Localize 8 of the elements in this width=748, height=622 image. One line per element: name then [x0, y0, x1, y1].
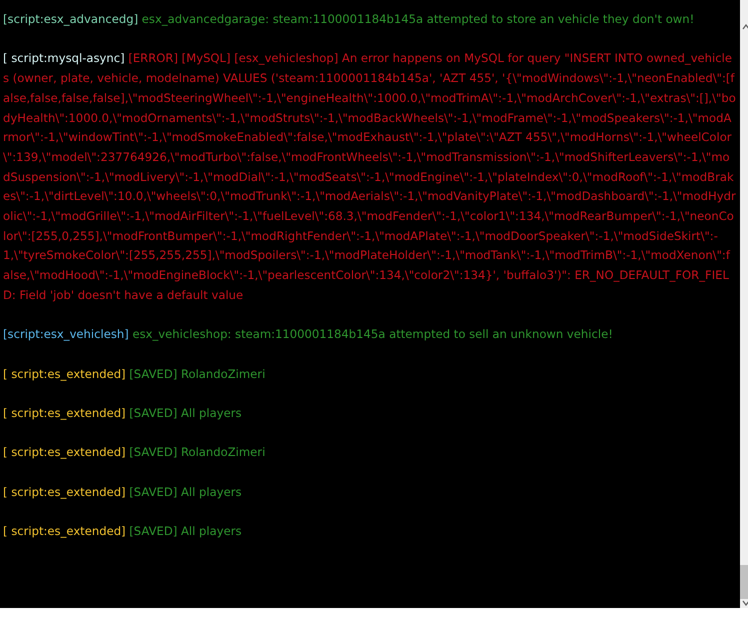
log-line: [ script:es_extended] [SAVED] All players	[3, 484, 243, 501]
log-line: [script:esx_vehiclesh] esx_vehicleshop: steam:1100001184b145a attempted to sell an unknown vehicle!	[3, 326, 614, 344]
log-line: [ script:es_extended] [SAVED] All players	[3, 523, 243, 540]
log-line: [ script:es_extended] [SAVED] RolandoZimeri	[3, 444, 266, 462]
log-line: [ script:es_extended] [SAVED] All players	[3, 405, 243, 422]
log-line: [ script:es_extended] [SAVED] RolandoZimeri	[3, 366, 266, 383]
log-line: [script:esx_advancedg] esx_advancedgarage: steam:1100001184b145a attempted to store an vehicle they don't own!	[3, 11, 696, 28]
log-line: [ script:mysql-async] [ERROR] [MySQL] [esx_vehicleshop] An error happens on MySQL for query "INSERT INTO owned_vehicles (owner, plate, vehicle, modelname) VALUES ('steam:1100001184b145a', 'AZT 455', '{\"modWindows\":-1,\"neonEnabled\":[false,false,false,false],\"modSteeringWheel\":-1,\"engineHealth\":1000.0,\"modTrimA\":-1,\"modArchCover\":-1,\"extras\":[],\"bodyHealth\":1000.0,\"modOrnaments\":-1,\"modStruts\":-1,\"modBackWheels\":-1,\"modFrame\":-1,\"modSpeakers\":-1,\"modArmor\":-1,\"windowTint\":-1,\"modSmokeEnabled\":false,\"modExhaust\":-1,\"plate\":\"AZT 455\",\"modHorns\":-1,\"wheelColor\":139,\"model\":237764926,\"modTurbo\":false,\"modFrontWheels\":-1,\"modTransmission\":-1,\"modShifterLeavers\":-1,\"modSuspension\":-1,\"modLivery\":-1,\"modDial\":-1,\"modSeats\":-1,\"modEngine\":-1,\"plateIndex\":0,\"modRoof\":-1,\"modBrakes\":-1,\"dirtLevel\":10.0,\"wheels\":0,\"modTrunk\":-1,\"modAerials\":-1,\"modVanityPlate\":-1,\"modDashboard\":-1,\"modHydrolic\":-1,\"modGrille\":-1,\"modAirFilter\":-1,\"fuelLevel\":68.3,\"modFender\":-1,\"color1\":134,\"modRearBumper\":-1,\"neonColor\":[255,0,255],\"modFrontBumper\":-1,\"modRightFender\":-1,\"modAPlate\":-1,\"modDoorSpeaker\":-1,\"modSideSkirt\":-1,\"tyreSmokeColor\":[255,255,255],\"modSpoilers\":-1,\"modPlateHolder\":-1,\"modTank\":-1,\"modTrimB\":-1,\"modXenon\":false,\"modHood\":-1,\"modEngineBlock\":-1,\"pearlescentColor\":134,\"color2\":134}', 'buffalo3')": ER_NO_DEFAULT_FOR_FIELD: Field 'job' doesn't have a default value	[3, 50, 736, 304]
